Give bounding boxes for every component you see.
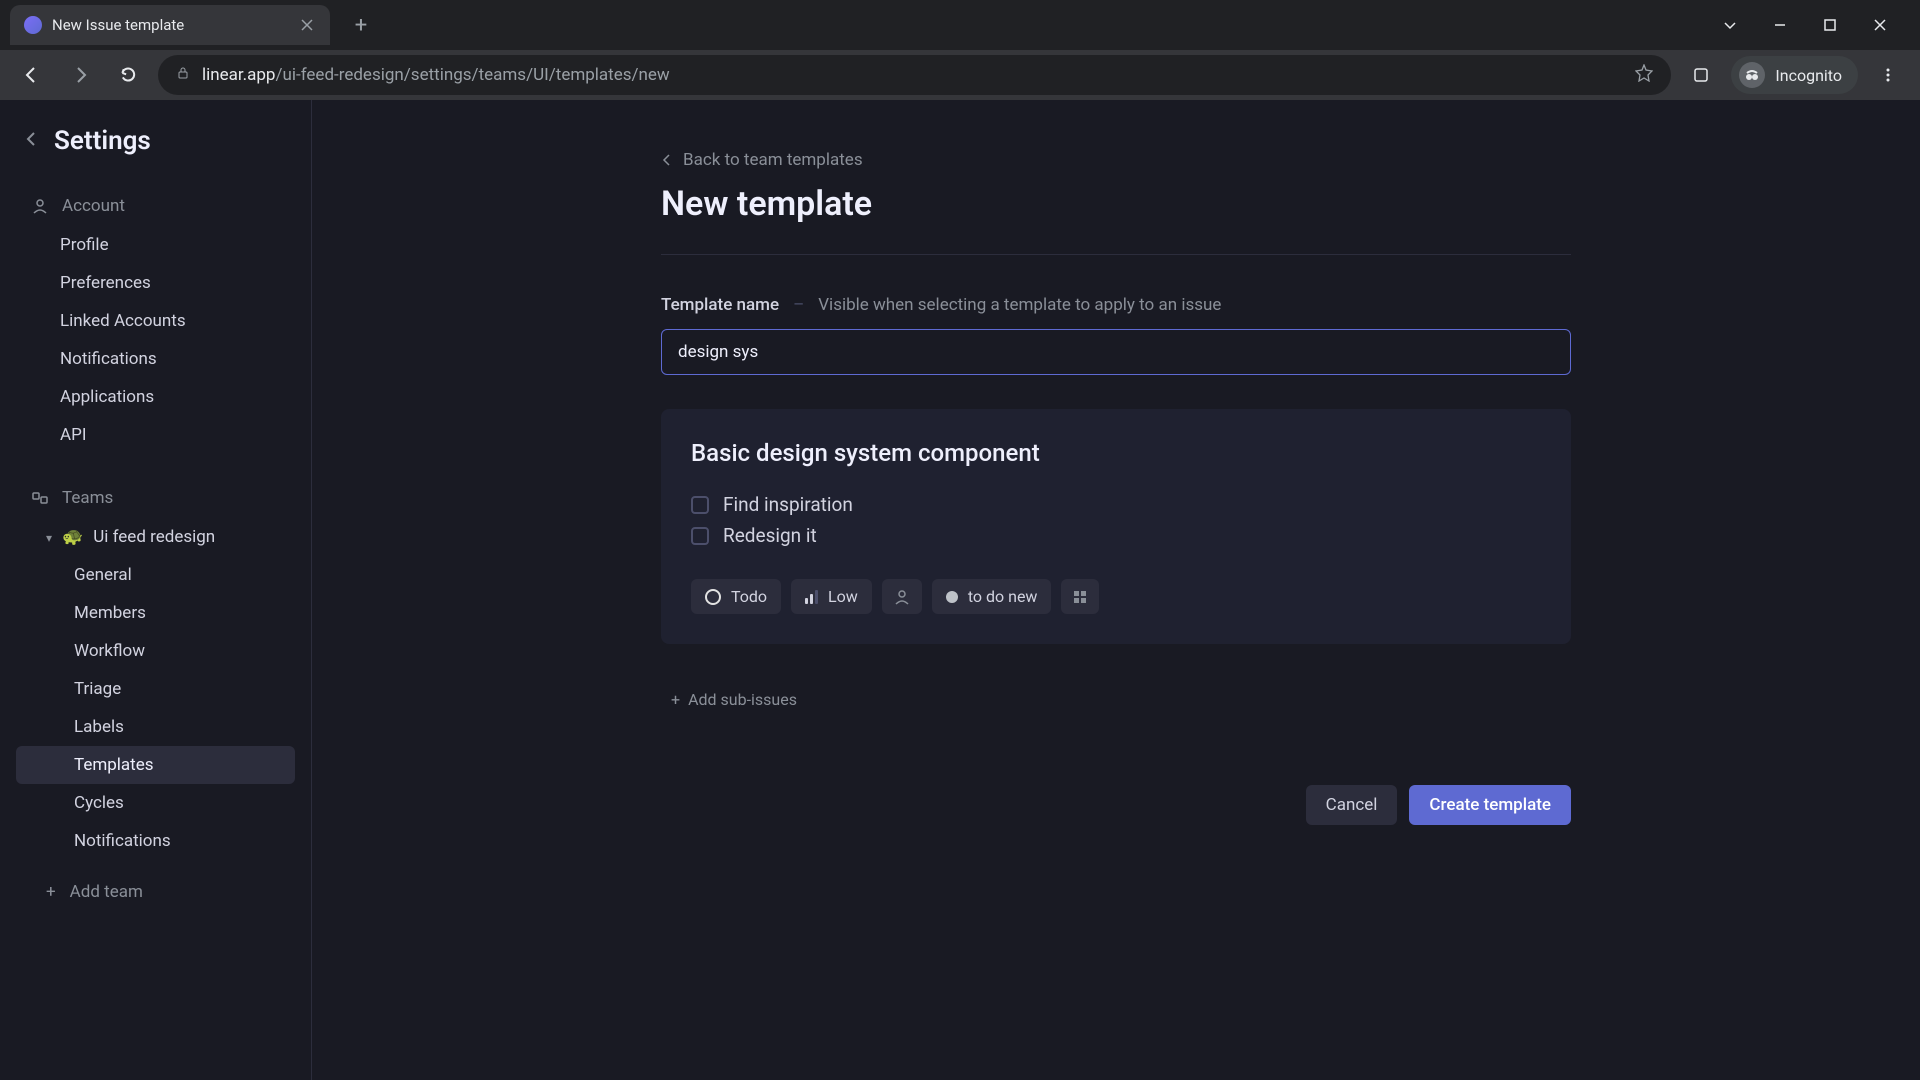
checklist-item-0[interactable]: Find inspiration bbox=[691, 489, 1541, 520]
assignee-pill[interactable] bbox=[882, 579, 922, 614]
sidebar-item-preferences[interactable]: Preferences bbox=[16, 264, 295, 302]
sidebar-item-profile[interactable]: Profile bbox=[16, 226, 295, 264]
label-text: to do new bbox=[968, 587, 1038, 606]
team-name: Ui feed redesign bbox=[93, 527, 215, 547]
sidebar-item-members[interactable]: Members bbox=[16, 594, 295, 632]
page-title: New template bbox=[661, 184, 1571, 255]
user-icon bbox=[894, 589, 910, 605]
plus-icon: + bbox=[671, 690, 680, 709]
sidebar-item-team-notifications[interactable]: Notifications bbox=[16, 822, 295, 860]
sidebar-item-api[interactable]: API bbox=[16, 416, 295, 454]
account-icon bbox=[30, 196, 50, 216]
sidebar-item-linked-accounts[interactable]: Linked Accounts bbox=[16, 302, 295, 340]
window-controls bbox=[1720, 17, 1910, 33]
sidebar-item-labels[interactable]: Labels bbox=[16, 708, 295, 746]
status-circle-icon bbox=[705, 589, 721, 605]
sidebar-item-templates[interactable]: Templates bbox=[16, 746, 295, 784]
teams-icon bbox=[30, 488, 50, 508]
chevron-down-icon[interactable] bbox=[1720, 17, 1740, 33]
reload-button[interactable] bbox=[110, 57, 146, 93]
checklist-label: Find inspiration bbox=[723, 493, 853, 516]
checklist-item-1[interactable]: Redesign it bbox=[691, 520, 1541, 551]
add-team-label: Add team bbox=[70, 882, 143, 902]
back-icon[interactable] bbox=[24, 131, 40, 151]
nav-back-button[interactable] bbox=[14, 57, 50, 93]
label-dot-icon bbox=[946, 591, 958, 603]
label-pill[interactable]: to do new bbox=[932, 579, 1052, 614]
browser-tab[interactable]: New Issue template bbox=[10, 5, 330, 45]
field-hint: Visible when selecting a template to app… bbox=[818, 295, 1221, 315]
sidebar-item-general[interactable]: General bbox=[16, 556, 295, 594]
incognito-label: Incognito bbox=[1775, 66, 1842, 85]
incognito-badge[interactable]: Incognito bbox=[1731, 56, 1858, 94]
grid-icon bbox=[1073, 590, 1087, 604]
maximize-icon[interactable] bbox=[1820, 17, 1840, 33]
nav-forward-button[interactable] bbox=[62, 57, 98, 93]
editor-title[interactable]: Basic design system component bbox=[691, 439, 1541, 467]
browser-menu-icon[interactable] bbox=[1870, 57, 1906, 93]
cancel-button[interactable]: Cancel bbox=[1306, 785, 1398, 825]
add-sub-label: Add sub-issues bbox=[688, 690, 797, 709]
settings-sidebar: Settings Account Profile Preferences Lin… bbox=[0, 100, 312, 1080]
extensions-icon[interactable] bbox=[1683, 57, 1719, 93]
app-root: Settings Account Profile Preferences Lin… bbox=[0, 100, 1920, 1080]
template-editor: Basic design system component Find inspi… bbox=[661, 409, 1571, 644]
teams-header[interactable]: Teams bbox=[16, 478, 295, 518]
priority-bars-icon bbox=[805, 590, 818, 604]
account-label: Account bbox=[62, 196, 125, 216]
field-label: Template name bbox=[661, 295, 779, 315]
template-name-input[interactable] bbox=[661, 329, 1571, 375]
minimize-icon[interactable] bbox=[1770, 17, 1790, 33]
account-header[interactable]: Account bbox=[16, 186, 295, 226]
priority-label: Low bbox=[828, 587, 858, 606]
priority-pill[interactable]: Low bbox=[791, 579, 872, 614]
sidebar-item-cycles[interactable]: Cycles bbox=[16, 784, 295, 822]
teams-label: Teams bbox=[62, 488, 113, 508]
plus-icon: + bbox=[46, 882, 56, 902]
address-bar-row: linear.app/ui-feed-redesign/settings/tea… bbox=[0, 50, 1920, 100]
field-label-row: Template name – Visible when selecting a… bbox=[661, 295, 1571, 315]
content-wrapper: Back to team templates New template Temp… bbox=[661, 150, 1571, 825]
project-pill[interactable] bbox=[1061, 579, 1099, 614]
main-content: Back to team templates New template Temp… bbox=[312, 100, 1920, 1080]
breadcrumb-label: Back to team templates bbox=[683, 150, 863, 170]
browser-chrome: New Issue template + linear.app/ui-feed-… bbox=[0, 0, 1920, 100]
footer-actions: Cancel Create template bbox=[661, 785, 1571, 825]
property-pills: Todo Low to do new bbox=[691, 579, 1541, 614]
sidebar-item-notifications[interactable]: Notifications bbox=[16, 340, 295, 378]
field-separator: – bbox=[793, 295, 804, 315]
sidebar-item-workflow[interactable]: Workflow bbox=[16, 632, 295, 670]
add-team-button[interactable]: + Add team bbox=[16, 872, 295, 912]
status-pill[interactable]: Todo bbox=[691, 579, 781, 614]
tab-bar: New Issue template + bbox=[0, 0, 1920, 50]
caret-down-icon bbox=[46, 527, 52, 547]
incognito-icon bbox=[1739, 62, 1765, 88]
breadcrumb-back[interactable]: Back to team templates bbox=[661, 150, 1571, 170]
address-bar[interactable]: linear.app/ui-feed-redesign/settings/tea… bbox=[158, 55, 1671, 95]
add-sub-issues-button[interactable]: + Add sub-issues bbox=[661, 684, 807, 715]
create-template-button[interactable]: Create template bbox=[1409, 785, 1571, 825]
team-emoji-icon: 🐢 bbox=[62, 527, 83, 547]
close-window-icon[interactable] bbox=[1870, 17, 1890, 33]
checkbox-icon[interactable] bbox=[691, 527, 709, 545]
tab-title: New Issue template bbox=[52, 16, 184, 34]
bookmark-star-icon[interactable] bbox=[1635, 64, 1653, 87]
chevron-left-icon bbox=[661, 154, 673, 166]
teams-section: Teams 🐢 Ui feed redesign General Members… bbox=[0, 478, 311, 912]
url-text: linear.app/ui-feed-redesign/settings/tea… bbox=[202, 65, 670, 85]
sidebar-item-applications[interactable]: Applications bbox=[16, 378, 295, 416]
lock-icon bbox=[176, 65, 190, 85]
checkbox-icon[interactable] bbox=[691, 496, 709, 514]
sidebar-item-triage[interactable]: Triage bbox=[16, 670, 295, 708]
sidebar-title: Settings bbox=[54, 126, 151, 156]
team-toggle[interactable]: 🐢 Ui feed redesign bbox=[16, 518, 295, 556]
team-items: General Members Workflow Triage Labels T… bbox=[16, 556, 295, 860]
account-section: Account Profile Preferences Linked Accou… bbox=[0, 186, 311, 454]
new-tab-button[interactable]: + bbox=[344, 8, 378, 42]
status-label: Todo bbox=[731, 587, 767, 606]
favicon-icon bbox=[24, 16, 42, 34]
sidebar-header: Settings bbox=[0, 126, 311, 186]
close-tab-icon[interactable] bbox=[298, 16, 316, 34]
checklist-label: Redesign it bbox=[723, 524, 817, 547]
